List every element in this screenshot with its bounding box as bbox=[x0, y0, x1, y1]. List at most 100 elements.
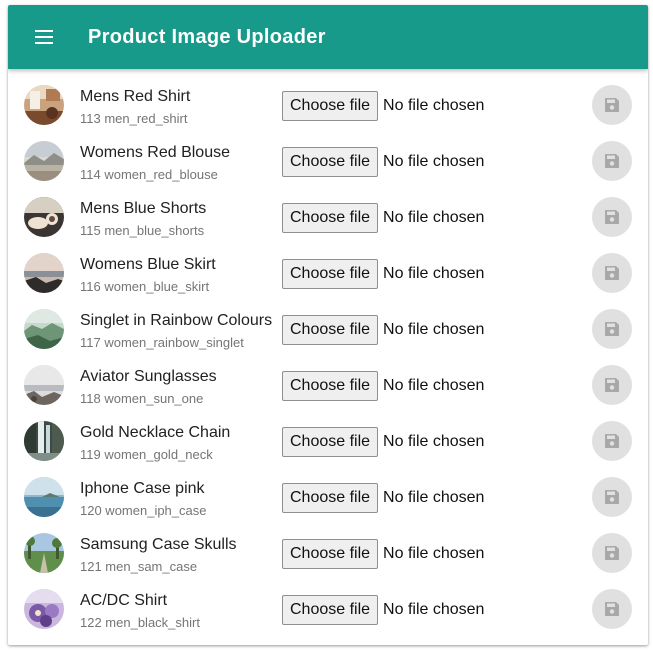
save-button[interactable] bbox=[592, 365, 632, 405]
file-status-text: No file chosen bbox=[383, 209, 485, 226]
file-input[interactable]: Choose file No file chosen bbox=[282, 203, 484, 233]
product-code: 118 women_sun_one bbox=[80, 391, 204, 406]
list-item: Womens Red Blouse 114 women_red_blouse C… bbox=[8, 133, 648, 189]
floppy-disk-save-icon bbox=[605, 490, 619, 504]
product-name: Gold Necklace Chain bbox=[80, 424, 231, 441]
product-thumbnail bbox=[24, 477, 64, 517]
list-item: Mens Blue Shorts 115 men_blue_shorts Cho… bbox=[8, 189, 648, 245]
list-item: Aviator Sunglasses 118 women_sun_one Cho… bbox=[8, 357, 648, 413]
product-info: Singlet in Rainbow Colours 117 women_rai… bbox=[80, 311, 272, 352]
file-status-text: No file chosen bbox=[383, 433, 485, 450]
product-info: Samsung Case Skulls 121 men_sam_case bbox=[80, 535, 237, 576]
floppy-disk-save-icon bbox=[605, 546, 619, 560]
list-item: Singlet in Rainbow Colours 117 women_rai… bbox=[8, 301, 648, 357]
product-name: Womens Blue Skirt bbox=[80, 256, 216, 273]
list-item: Iphone Case pink 120 women_iph_case Choo… bbox=[8, 469, 648, 525]
product-thumbnail bbox=[24, 365, 64, 405]
product-code: 121 men_sam_case bbox=[80, 559, 198, 574]
save-button[interactable] bbox=[592, 589, 632, 629]
file-status-text: No file chosen bbox=[383, 321, 485, 338]
product-info: Iphone Case pink 120 women_iph_case bbox=[80, 479, 206, 520]
product-code: 114 women_red_blouse bbox=[80, 167, 218, 182]
choose-file-button[interactable]: Choose file bbox=[282, 427, 379, 457]
choose-file-button[interactable]: Choose file bbox=[282, 91, 379, 121]
save-button[interactable] bbox=[592, 477, 632, 517]
hamburger-menu-icon[interactable] bbox=[16, 5, 72, 69]
product-thumbnail bbox=[24, 309, 64, 349]
floppy-disk-save-icon bbox=[605, 266, 619, 280]
product-name: Womens Red Blouse bbox=[80, 144, 230, 161]
file-input[interactable]: Choose file No file chosen bbox=[282, 483, 484, 513]
file-input[interactable]: Choose file No file chosen bbox=[282, 427, 484, 457]
product-info: Womens Blue Skirt 116 women_blue_skirt bbox=[80, 255, 216, 296]
product-name: Mens Red Shirt bbox=[80, 88, 191, 105]
product-name: Samsung Case Skulls bbox=[80, 536, 237, 553]
list-item: Samsung Case Skulls 121 men_sam_case Cho… bbox=[8, 525, 648, 581]
product-name: AC/DC Shirt bbox=[80, 592, 168, 609]
product-name: Singlet in Rainbow Colours bbox=[80, 312, 273, 329]
app-toolbar: Product Image Uploader bbox=[8, 5, 648, 69]
product-thumbnail bbox=[24, 85, 64, 125]
product-info: Aviator Sunglasses 118 women_sun_one bbox=[80, 367, 217, 408]
product-code: 115 men_blue_shorts bbox=[80, 223, 205, 238]
product-info: Mens Red Shirt 113 men_red_shirt bbox=[80, 87, 190, 128]
file-input[interactable]: Choose file No file chosen bbox=[282, 539, 484, 569]
product-code: 120 women_iph_case bbox=[80, 503, 207, 518]
choose-file-button[interactable]: Choose file bbox=[282, 203, 379, 233]
page-title: Product Image Uploader bbox=[88, 25, 326, 48]
product-code: 113 men_red_shirt bbox=[80, 111, 188, 126]
product-name: Aviator Sunglasses bbox=[80, 368, 217, 385]
file-input[interactable]: Choose file No file chosen bbox=[282, 147, 484, 177]
floppy-disk-save-icon bbox=[605, 322, 619, 336]
file-status-text: No file chosen bbox=[383, 377, 485, 394]
product-thumbnail bbox=[24, 141, 64, 181]
choose-file-button[interactable]: Choose file bbox=[282, 371, 379, 401]
floppy-disk-save-icon bbox=[605, 98, 619, 112]
choose-file-button[interactable]: Choose file bbox=[282, 483, 379, 513]
product-code: 116 women_blue_skirt bbox=[80, 279, 210, 294]
file-input[interactable]: Choose file No file chosen bbox=[282, 91, 484, 121]
file-input[interactable]: Choose file No file chosen bbox=[282, 259, 484, 289]
file-status-text: No file chosen bbox=[383, 489, 485, 506]
product-code: 119 women_gold_neck bbox=[80, 447, 213, 462]
product-info: Mens Blue Shorts 115 men_blue_shorts bbox=[80, 199, 206, 240]
product-thumbnail bbox=[24, 421, 64, 461]
uploader-card: Product Image Uploader Mens Red Shirt 11… bbox=[8, 5, 648, 645]
product-info: Womens Red Blouse 114 women_red_blouse bbox=[80, 143, 230, 184]
product-name: Iphone Case pink bbox=[80, 480, 205, 497]
save-button[interactable] bbox=[592, 421, 632, 461]
floppy-disk-save-icon bbox=[605, 210, 619, 224]
file-input[interactable]: Choose file No file chosen bbox=[282, 595, 484, 625]
file-status-text: No file chosen bbox=[383, 97, 485, 114]
product-list: Mens Red Shirt 113 men_red_shirt Choose … bbox=[8, 69, 648, 637]
save-button[interactable] bbox=[592, 197, 632, 237]
product-thumbnail bbox=[24, 589, 64, 629]
product-code: 117 women_rainbow_singlet bbox=[80, 335, 244, 350]
choose-file-button[interactable]: Choose file bbox=[282, 315, 379, 345]
floppy-disk-save-icon bbox=[605, 378, 619, 392]
save-button[interactable] bbox=[592, 85, 632, 125]
choose-file-button[interactable]: Choose file bbox=[282, 147, 379, 177]
product-info: Gold Necklace Chain 119 women_gold_neck bbox=[80, 423, 230, 464]
save-button[interactable] bbox=[592, 533, 632, 573]
product-thumbnail bbox=[24, 533, 64, 573]
choose-file-button[interactable]: Choose file bbox=[282, 539, 379, 569]
list-item: Womens Blue Skirt 116 women_blue_skirt C… bbox=[8, 245, 648, 301]
choose-file-button[interactable]: Choose file bbox=[282, 259, 379, 289]
floppy-disk-save-icon bbox=[605, 434, 619, 448]
floppy-disk-save-icon bbox=[605, 154, 619, 168]
file-status-text: No file chosen bbox=[383, 545, 485, 562]
file-status-text: No file chosen bbox=[383, 265, 485, 282]
choose-file-button[interactable]: Choose file bbox=[282, 595, 379, 625]
file-input[interactable]: Choose file No file chosen bbox=[282, 371, 484, 401]
floppy-disk-save-icon bbox=[605, 602, 619, 616]
save-button[interactable] bbox=[592, 309, 632, 349]
product-thumbnail bbox=[24, 197, 64, 237]
product-thumbnail bbox=[24, 253, 64, 293]
file-input[interactable]: Choose file No file chosen bbox=[282, 315, 484, 345]
save-button[interactable] bbox=[592, 141, 632, 181]
file-status-text: No file chosen bbox=[383, 601, 485, 618]
save-button[interactable] bbox=[592, 253, 632, 293]
file-status-text: No file chosen bbox=[383, 153, 485, 170]
product-name: Mens Blue Shorts bbox=[80, 200, 207, 217]
